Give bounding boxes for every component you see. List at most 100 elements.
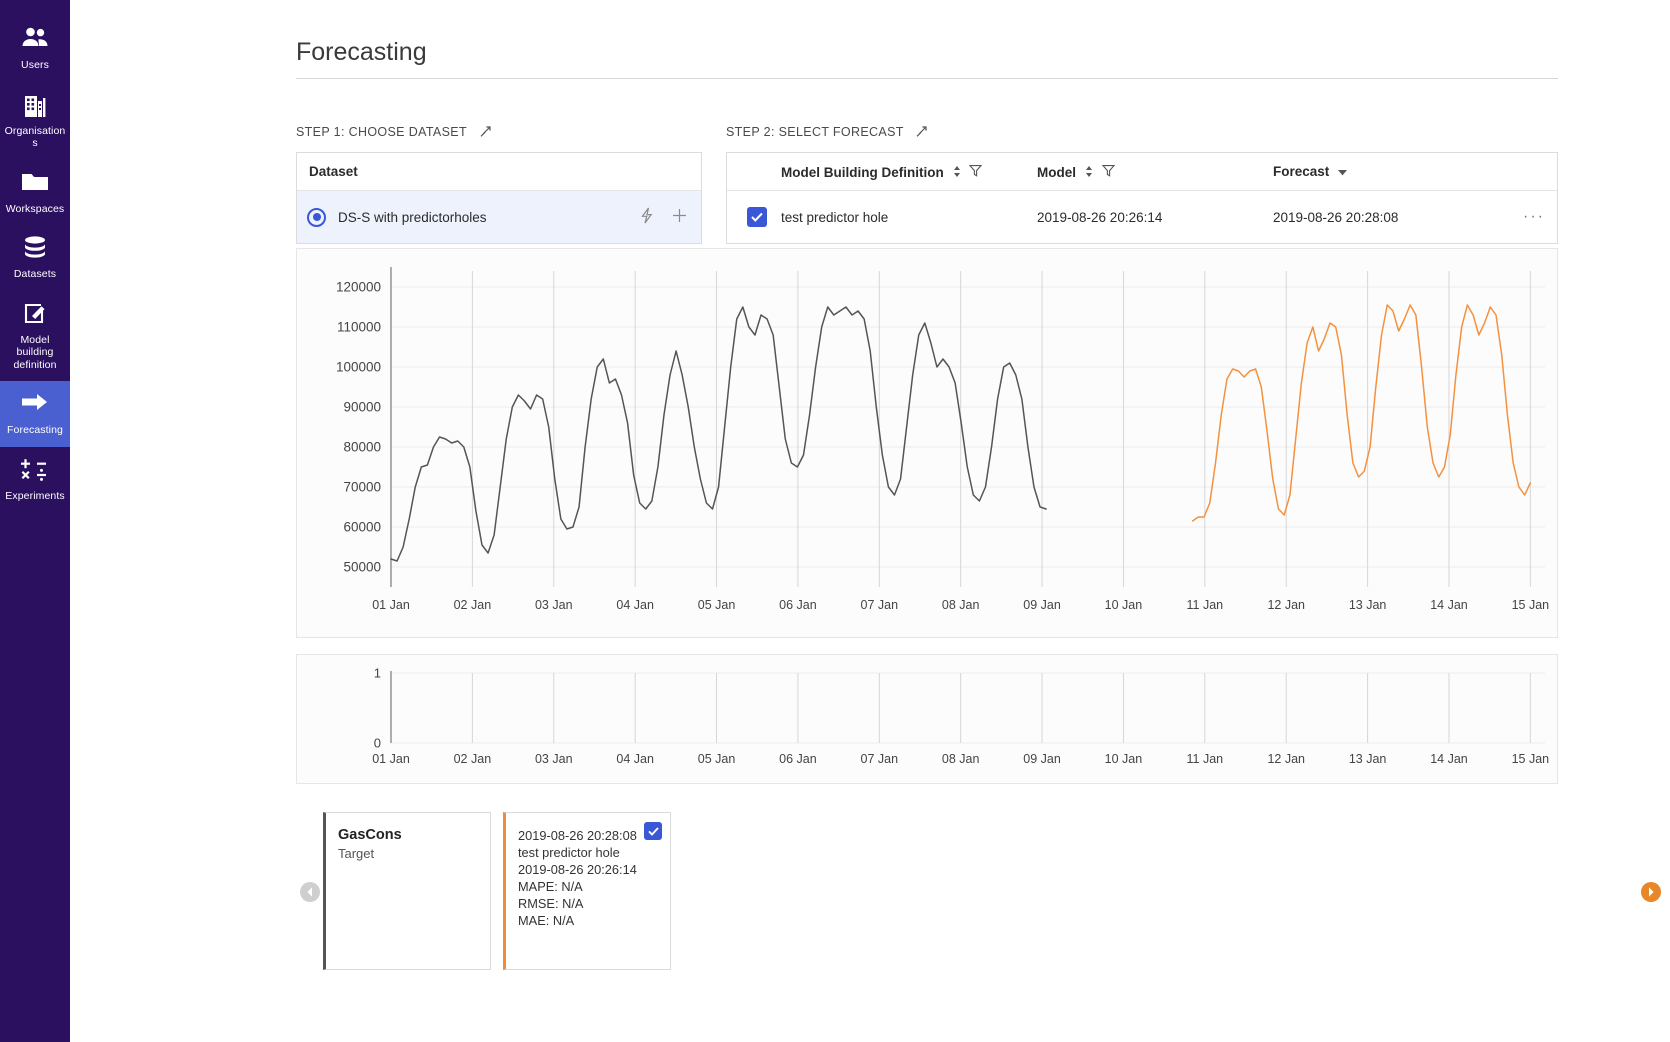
math-operators-icon — [18, 457, 52, 485]
svg-text:12 Jan: 12 Jan — [1267, 598, 1305, 612]
step1-label: STEP 1: CHOOSE DATASET — [296, 125, 492, 139]
sidebar-item-datasets[interactable]: Datasets — [0, 225, 70, 291]
dataset-column-header: Dataset — [297, 153, 701, 191]
svg-text:05 Jan: 05 Jan — [698, 752, 736, 766]
svg-text:13 Jan: 13 Jan — [1349, 598, 1387, 612]
sidebar-item-label: Users — [21, 59, 49, 71]
step1-label-text: STEP 1: CHOOSE DATASET — [296, 125, 467, 139]
more-icon[interactable]: ··· — [1523, 208, 1545, 225]
title-divider — [296, 78, 1558, 79]
legend-target-subtitle: Target — [338, 846, 375, 861]
svg-text:0: 0 — [374, 736, 381, 751]
forecast-checkbox[interactable] — [747, 207, 767, 227]
expand-icon[interactable] — [915, 125, 928, 139]
legend-card-target[interactable]: GasCons Target — [323, 812, 491, 970]
legend-forecast-line: MAE: N/A — [518, 913, 575, 928]
dataset-radio[interactable] — [307, 207, 326, 227]
cell-forecast: 2019-08-26 20:28:08 — [1273, 209, 1399, 225]
sidebar-item-label: Experiments — [5, 489, 65, 502]
carousel-prev-button[interactable] — [300, 882, 320, 902]
sidebar-item-label: Workspaces — [5, 202, 65, 215]
sidebar-item-organisations[interactable]: Organisations — [0, 82, 70, 160]
svg-text:03 Jan: 03 Jan — [535, 598, 573, 612]
row-more-actions[interactable]: ··· — [1523, 208, 1561, 226]
column-model-building-definition[interactable]: Model Building Definition — [781, 164, 1037, 180]
sidebar-item-experiments[interactable]: Experiments — [0, 447, 70, 513]
svg-text:10 Jan: 10 Jan — [1105, 598, 1143, 612]
svg-text:120000: 120000 — [336, 280, 381, 295]
users-icon — [21, 26, 49, 54]
svg-text:80000: 80000 — [343, 440, 381, 455]
svg-text:100000: 100000 — [336, 360, 381, 375]
svg-text:50000: 50000 — [343, 560, 381, 575]
legend-forecast-line: RMSE: N/A — [518, 896, 584, 911]
svg-text:08 Jan: 08 Jan — [942, 752, 980, 766]
legend-forecast-line: MAPE: N/A — [518, 879, 583, 894]
svg-text:11 Jan: 11 Jan — [1187, 598, 1224, 612]
database-icon — [21, 235, 49, 263]
dataset-row[interactable]: DS-S with predictorholes — [297, 191, 701, 243]
sidebar: Users Organisations Workspaces Datasets … — [0, 0, 70, 1042]
residual-chart-panel: 0 1 01 Jan 02 Jan 03 Jan 04 Jan 05 Jan 06 Jan 07… — [296, 654, 1558, 784]
edit-square-icon — [21, 301, 49, 329]
svg-text:01 Jan: 01 Jan — [372, 752, 410, 766]
legend-target-title: GasCons — [338, 827, 402, 843]
dataset-name: DS-S with predictorholes — [338, 209, 487, 225]
svg-text:03 Jan: 03 Jan — [535, 752, 573, 766]
cell-model: 2019-08-26 20:26:14 — [1037, 209, 1163, 225]
svg-text:90000: 90000 — [343, 400, 381, 415]
expand-icon[interactable] — [479, 125, 492, 139]
sidebar-item-label: Datasets — [13, 268, 57, 280]
legend-card-forecast[interactable]: 2019-08-26 20:28:08 test predictor hole … — [503, 812, 671, 970]
legend-forecast-line: test predictor hole — [518, 845, 620, 860]
add-icon[interactable] — [672, 208, 687, 227]
main-content: Forecasting STEP 1: CHOOSE DATASET STEP … — [70, 0, 1670, 1042]
column-forecast[interactable]: Forecast — [1273, 164, 1523, 179]
legend-forecast-checkbox[interactable] — [644, 822, 662, 840]
svg-text:05 Jan: 05 Jan — [698, 598, 736, 612]
forecast-row[interactable]: test predictor hole 2019-08-26 20:26:14 … — [727, 191, 1557, 243]
svg-text:04 Jan: 04 Jan — [616, 752, 654, 766]
svg-text:08 Jan: 08 Jan — [942, 598, 980, 612]
forecast-table-header: Model Building Definition Model Forecast — [727, 153, 1557, 191]
sidebar-item-workspaces[interactable]: Workspaces — [0, 160, 70, 226]
svg-text:10 Jan: 10 Jan — [1105, 752, 1143, 766]
svg-text:06 Jan: 06 Jan — [779, 752, 817, 766]
sidebar-item-label: Model building definition — [13, 333, 57, 371]
legend-carousel: GasCons Target 2019-08-26 20:28:08 test … — [296, 812, 1661, 972]
sidebar-item-label: Organisations — [4, 124, 66, 150]
bolt-icon[interactable] — [640, 207, 654, 228]
chevron-down-icon[interactable] — [1338, 164, 1348, 179]
legend-forecast-line: 2019-08-26 20:28:08 — [518, 828, 637, 843]
page-title: Forecasting — [296, 38, 427, 66]
step2-label-text: STEP 2: SELECT FORECAST — [726, 125, 904, 139]
svg-text:1: 1 — [374, 666, 381, 681]
filter-icon[interactable] — [969, 164, 983, 180]
cell-model-building-definition: test predictor hole — [781, 209, 889, 225]
svg-text:02 Jan: 02 Jan — [454, 752, 492, 766]
sidebar-item-model-building-definition[interactable]: Model building definition — [0, 291, 70, 382]
legend-forecast-line: 2019-08-26 20:26:14 — [518, 862, 637, 877]
svg-text:14 Jan: 14 Jan — [1430, 598, 1468, 612]
column-label: Model Building Definition — [781, 164, 944, 180]
svg-text:13 Jan: 13 Jan — [1349, 752, 1387, 766]
sidebar-item-users[interactable]: Users — [0, 16, 70, 82]
svg-text:06 Jan: 06 Jan — [779, 598, 817, 612]
svg-text:01 Jan: 01 Jan — [372, 598, 410, 612]
residual-chart[interactable]: 0 1 01 Jan 02 Jan 03 Jan 04 Jan 05 Jan 06 Jan 07… — [297, 655, 1557, 783]
sort-icon[interactable] — [953, 165, 965, 180]
step2-label: STEP 2: SELECT FORECAST — [726, 125, 928, 139]
filter-icon[interactable] — [1101, 164, 1115, 180]
sort-icon[interactable] — [1085, 165, 1097, 180]
svg-text:15 Jan: 15 Jan — [1512, 752, 1550, 766]
sidebar-item-forecasting[interactable]: Forecasting — [0, 381, 70, 447]
carousel-next-button[interactable] — [1641, 882, 1661, 902]
dataset-panel: Dataset DS-S with predictorholes — [296, 152, 702, 244]
svg-text:02 Jan: 02 Jan — [454, 598, 492, 612]
svg-text:110000: 110000 — [337, 320, 381, 335]
column-model[interactable]: Model — [1037, 164, 1273, 180]
svg-text:04 Jan: 04 Jan — [616, 598, 654, 612]
forecast-chart[interactable]: 50000 60000 70000 80000 90000 100000 110000 120… — [297, 249, 1557, 637]
forecast-panel: Model Building Definition Model Forecast… — [726, 152, 1558, 244]
building-icon — [21, 92, 49, 120]
